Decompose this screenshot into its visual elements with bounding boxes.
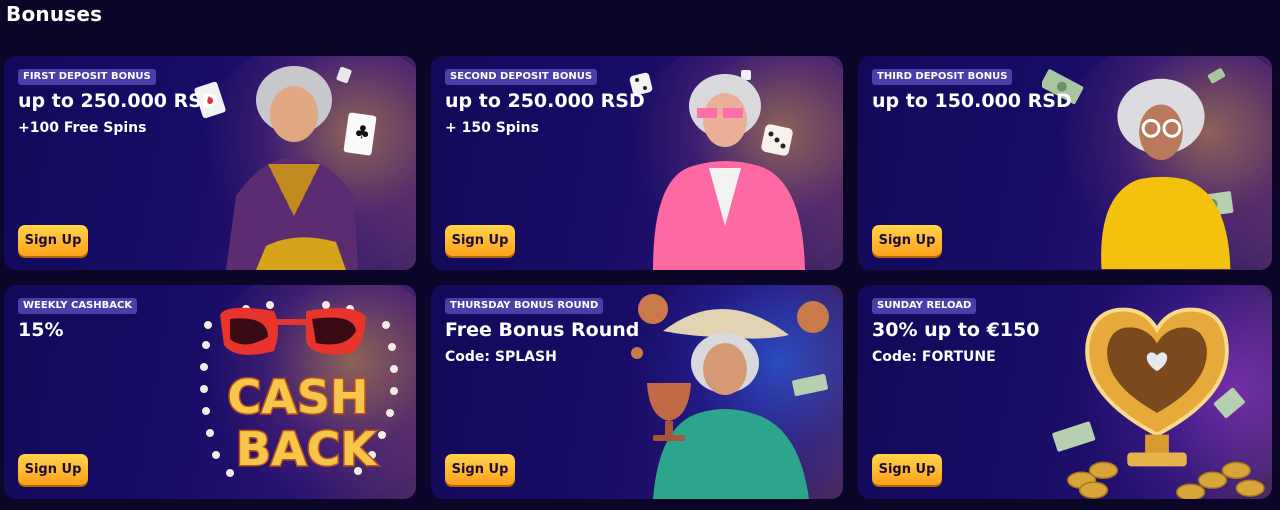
bonus-badge: THIRD DEPOSIT BONUS (872, 69, 1013, 85)
svg-text:♣: ♣ (353, 121, 372, 144)
banknote-icon (792, 374, 828, 396)
sign-up-button[interactable]: Sign Up (18, 454, 88, 485)
bonus-subline: Code: SPLASH (445, 349, 557, 365)
playing-card-icon: ♣ (343, 112, 377, 156)
bonus-subline: + 150 Spins (445, 120, 539, 136)
heart-trophy-illustration (1052, 307, 1265, 499)
bonus-headline: Free Bonus Round (445, 319, 640, 341)
sign-up-button[interactable]: Sign Up (445, 225, 515, 256)
sign-up-button[interactable]: Sign Up (445, 454, 515, 485)
bonus-badge: SUNDAY RELOAD (872, 298, 977, 314)
dice-icon (761, 124, 793, 156)
bonus-badge: FIRST DEPOSIT BONUS (18, 69, 156, 85)
banknote-icon (1052, 421, 1096, 452)
bonus-card-third-deposit: THIRD DEPOSIT BONUS up to 150.000 RSD Si… (858, 56, 1272, 270)
bonus-card-second-deposit: SECOND DEPOSIT BONUS up to 250.000 RSD +… (431, 56, 843, 270)
cashback-art-text: BACK (236, 422, 378, 476)
bonus-grid: ♣ FIRST DEPOSIT BONUS up to 250.000 RSD … (4, 56, 1276, 499)
bonus-headline: up to 250.000 RSD (18, 90, 218, 112)
bonus-headline: up to 250.000 RSD (445, 90, 645, 112)
bonus-headline: 15% (18, 319, 64, 341)
coin-icon (797, 301, 829, 333)
sign-up-button[interactable]: Sign Up (872, 225, 942, 256)
bonus-subline: Code: FORTUNE (872, 349, 996, 365)
banknote-icon (1207, 68, 1226, 84)
bonus-badge: WEEKLY CASHBACK (18, 298, 138, 314)
sign-up-button[interactable]: Sign Up (18, 225, 88, 256)
grandma-dice-illustration (629, 70, 805, 270)
bonus-card-weekly-cashback: CASH BACK WEEKLY CASHBACK 15% Sign Up (4, 285, 416, 499)
bonus-badge: SECOND DEPOSIT BONUS (445, 69, 598, 85)
heart-trophy-icon (1085, 307, 1229, 467)
grandma-cards-illustration: ♣ (194, 66, 377, 270)
bonus-headline: 30% up to €150 (872, 319, 1040, 341)
grandma-trophy-illustration (631, 294, 829, 499)
grandma-money-illustration (1042, 68, 1234, 270)
coin-icon (631, 347, 643, 359)
page-title: Bonuses (6, 2, 103, 26)
bonus-card-thursday-round: THURSDAY BONUS ROUND Free Bonus Round Co… (431, 285, 843, 499)
bonus-badge: THURSDAY BONUS ROUND (445, 298, 604, 314)
bonus-card-first-deposit: ♣ FIRST DEPOSIT BONUS up to 250.000 RSD … (4, 56, 416, 270)
bonus-headline: up to 150.000 RSD (872, 90, 1072, 112)
cashback-illustration: CASH BACK (200, 301, 398, 478)
sunglasses-icon (220, 307, 366, 355)
cashback-art-text: CASH (228, 370, 369, 424)
coin-icon (638, 294, 668, 324)
bonus-card-sunday-reload: SUNDAY RELOAD 30% up to €150 Code: FORTU… (858, 285, 1272, 499)
sign-up-button[interactable]: Sign Up (872, 454, 942, 485)
playing-card-icon (336, 66, 352, 84)
bonus-subline: +100 Free Spins (18, 120, 147, 136)
banknote-icon (1213, 387, 1245, 418)
coin-icon (1067, 461, 1265, 499)
